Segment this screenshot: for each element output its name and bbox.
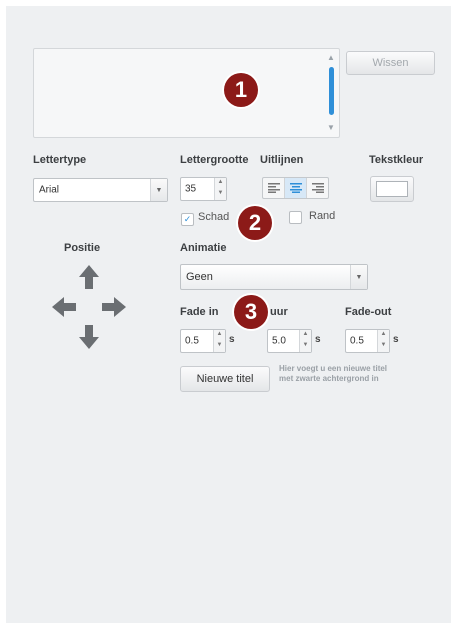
increment-icon[interactable]: ▲ [300,330,311,341]
center-align-icon [289,183,302,193]
align-right-button[interactable] [307,178,328,198]
fade-in-label: Fade in [180,306,219,318]
callout-badge-1: 1 [224,73,258,107]
animation-label: Animatie [180,242,227,254]
hint-line-2: met zwarte achtergrond in [279,374,379,383]
decrement-icon[interactable]: ▼ [214,341,225,352]
decrement-icon[interactable]: ▼ [300,341,311,352]
right-align-icon [311,183,324,193]
clear-button[interactable]: Wissen [346,51,435,75]
scroll-up-icon[interactable]: ▲ [326,54,336,62]
arrow-left-icon[interactable] [52,297,76,317]
duration-unit: s [315,334,321,345]
decrement-icon[interactable]: ▼ [215,189,226,200]
font-size-stepper[interactable]: 35 ▲ ▼ [180,177,227,201]
arrow-right-icon[interactable] [102,297,126,317]
shadow-label: Schad [198,211,230,223]
font-select[interactable]: Arial ▼ [33,178,168,202]
align-left-button[interactable] [263,178,285,198]
align-center-button[interactable] [285,178,307,198]
increment-icon[interactable]: ▲ [215,178,226,189]
animation-select[interactable]: Geen ▼ [180,264,368,290]
alignment-label: Uitlijnen [260,154,304,166]
left-align-icon [267,183,280,193]
fade-out-value: 0.5 [350,335,364,347]
chevron-down-icon[interactable]: ▼ [350,265,367,289]
fade-in-stepper[interactable]: 0.5 ▲ ▼ [180,329,226,353]
duration-value: 5.0 [272,335,286,347]
duration-label: uur [270,306,288,318]
fade-out-stepper[interactable]: 0.5 ▲ ▼ [345,329,390,353]
callout-badge-3: 3 [234,295,268,329]
new-title-hint: Hier voegt u een nieuwe titel met zwarte… [279,364,387,384]
font-label: Lettertype [33,154,87,166]
text-color-label: Tekstkleur [369,154,424,166]
hint-line-1: Hier voegt u een nieuwe titel [279,364,388,373]
border-label: Rand [309,210,336,222]
text-color-swatch [376,181,408,197]
scroll-down-icon[interactable]: ▼ [326,124,336,132]
fade-in-unit: s [229,334,235,345]
shadow-checkbox[interactable]: ✓ [181,213,194,226]
arrow-up-icon[interactable] [79,265,99,289]
font-size-label: Lettergrootte [180,154,249,166]
increment-icon[interactable]: ▲ [378,330,389,341]
position-label: Positie [64,242,101,254]
font-select-value: Arial [39,184,60,196]
fade-out-label: Fade-out [345,306,392,318]
duration-stepper[interactable]: 5.0 ▲ ▼ [267,329,312,353]
chevron-down-icon[interactable]: ▼ [150,179,167,201]
title-text-area[interactable] [33,48,340,138]
callout-badge-2: 2 [238,206,272,240]
animation-select-value: Geen [186,271,213,283]
fade-in-value: 0.5 [185,335,199,347]
alignment-group [262,177,329,199]
new-title-button[interactable]: Nieuwe titel [180,366,270,392]
decrement-icon[interactable]: ▼ [378,341,389,352]
scrollbar-thumb[interactable] [329,67,334,115]
text-color-button[interactable] [370,176,414,202]
increment-icon[interactable]: ▲ [214,330,225,341]
fade-out-unit: s [393,334,399,345]
arrow-down-icon[interactable] [79,325,99,349]
position-arrows [52,265,126,349]
font-size-value: 35 [185,183,197,195]
border-checkbox[interactable]: ✓ [289,211,302,224]
